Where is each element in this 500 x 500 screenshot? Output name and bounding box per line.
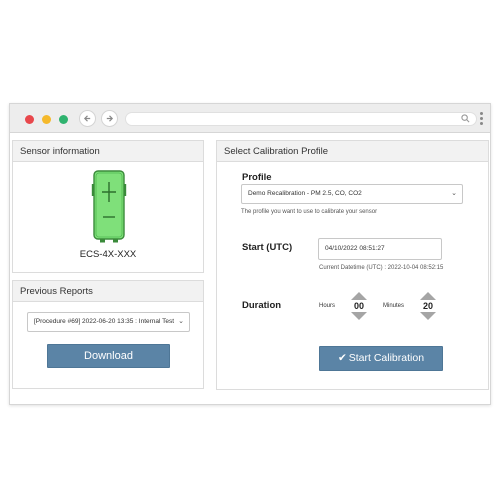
search-icon bbox=[461, 114, 470, 123]
chevron-down-icon: ⌄ bbox=[451, 190, 457, 197]
minutes-decrement-button[interactable] bbox=[420, 312, 436, 320]
start-calibration-label: Start Calibration bbox=[348, 352, 425, 364]
start-calibration-button[interactable]: ✔ Start Calibration bbox=[319, 346, 443, 371]
hours-decrement-button[interactable] bbox=[351, 312, 367, 320]
close-window-button[interactable] bbox=[25, 115, 34, 124]
minutes-increment-button[interactable] bbox=[420, 292, 436, 300]
profile-select-value: Demo Recalibration - PM 2.5, CO, CO2 bbox=[248, 190, 362, 197]
reports-panel-title: Previous Reports bbox=[13, 281, 203, 302]
sensor-panel-title: Sensor information bbox=[13, 141, 203, 162]
check-icon: ✔ bbox=[337, 352, 347, 364]
forward-button[interactable] bbox=[101, 110, 118, 127]
previous-reports-panel: Previous Reports [Procedure #69] 2022-06… bbox=[12, 280, 204, 389]
sensor-name: ECS-4X-XXX bbox=[79, 249, 137, 260]
report-select-value: [Procedure #69] 2022-06-20 13:35 : Inter… bbox=[34, 318, 175, 325]
minutes-spinner: 20 bbox=[418, 292, 438, 320]
sensor-information-panel: Sensor information ECS-4X-XXX bbox=[12, 140, 204, 273]
calibration-profile-panel: Select Calibration Profile Profile Demo … bbox=[216, 140, 489, 390]
current-datetime-hint: Current Datetime (UTC) : 2022-10-04 08:5… bbox=[319, 265, 444, 271]
duration-label: Duration bbox=[242, 300, 282, 311]
chevron-down-icon: ⌄ bbox=[178, 318, 184, 325]
hours-label: Hours bbox=[319, 303, 336, 309]
browser-titlebar bbox=[10, 104, 490, 133]
calibration-panel-title: Select Calibration Profile bbox=[217, 141, 488, 162]
profile-select[interactable]: Demo Recalibration - PM 2.5, CO, CO2 ⌄ bbox=[241, 184, 463, 204]
hours-increment-button[interactable] bbox=[351, 292, 367, 300]
kebab-menu-icon[interactable] bbox=[480, 112, 484, 127]
start-label: Start (UTC) bbox=[242, 242, 293, 253]
address-bar[interactable] bbox=[125, 112, 477, 126]
download-button[interactable]: Download bbox=[47, 344, 170, 368]
minutes-label: Minutes bbox=[383, 303, 405, 309]
profile-hint: The profile you want to use to calibrate… bbox=[241, 209, 378, 215]
start-datetime-input[interactable]: 04/10/2022 08:51:27 bbox=[318, 238, 442, 260]
minutes-value[interactable]: 20 bbox=[418, 300, 438, 312]
profile-label: Profile bbox=[242, 172, 272, 183]
browser-window: Sensor information ECS-4X-XXX Previous R… bbox=[9, 103, 491, 405]
sensor-device-icon bbox=[91, 170, 127, 243]
minimize-window-button[interactable] bbox=[42, 115, 51, 124]
arrow-right-icon bbox=[106, 115, 114, 122]
back-button[interactable] bbox=[79, 110, 96, 127]
maximize-window-button[interactable] bbox=[59, 115, 68, 124]
arrow-left-icon bbox=[83, 115, 91, 122]
hours-value[interactable]: 00 bbox=[349, 300, 369, 312]
report-select[interactable]: [Procedure #69] 2022-06-20 13:35 : Inter… bbox=[27, 312, 190, 332]
hours-spinner: 00 bbox=[349, 292, 369, 320]
